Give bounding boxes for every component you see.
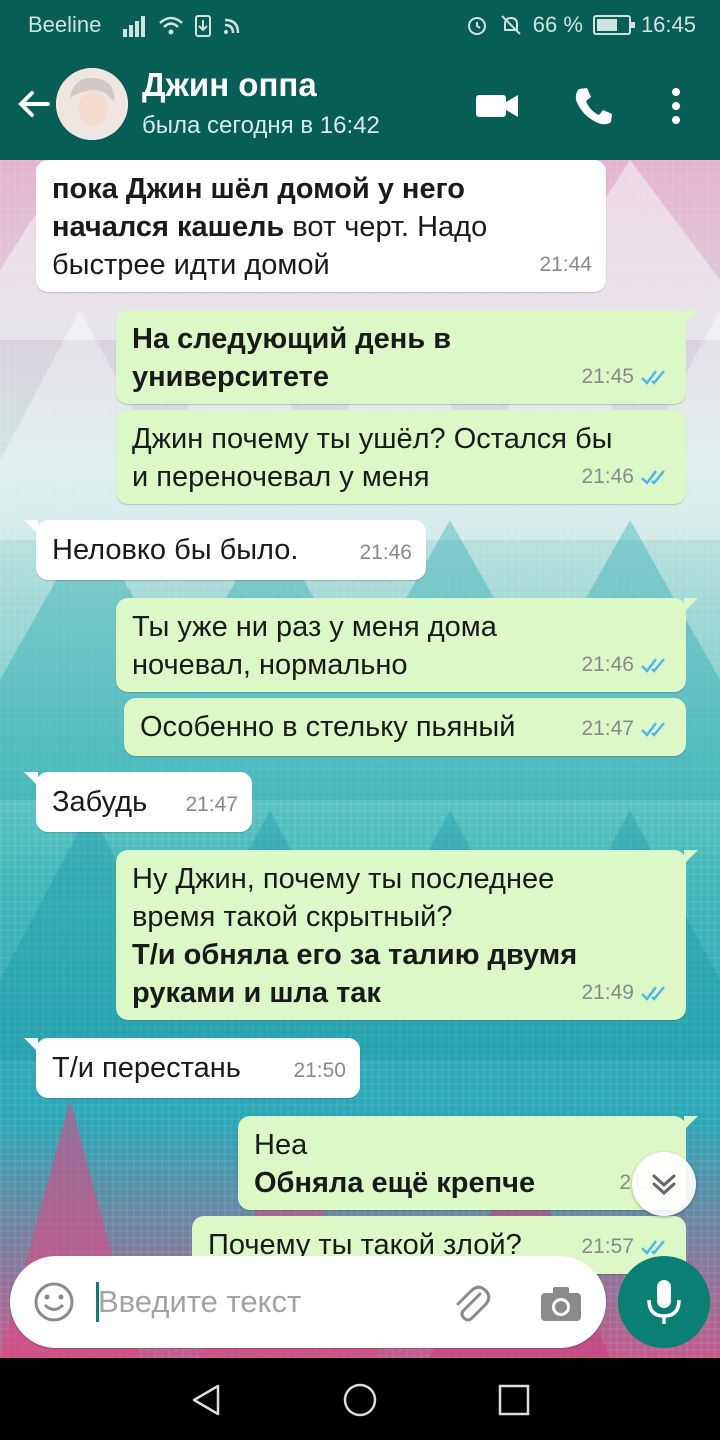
bubble-tail	[684, 1116, 698, 1130]
chat-area[interactable]: пока Джин шёл домой у него начался кашел…	[0, 160, 720, 1358]
chat-header: Джин оппа была сегодня в 16:42	[0, 48, 720, 160]
carrier-name: Beeline	[28, 12, 102, 37]
message-text: университете	[132, 361, 329, 393]
back-arrow-icon[interactable]	[12, 82, 56, 126]
message-text: вот черт. Надо	[284, 211, 488, 243]
message-text: ночевал, нормально	[132, 649, 408, 681]
mic-icon	[647, 1280, 681, 1324]
battery-icon	[592, 15, 635, 35]
avatar[interactable]	[56, 68, 128, 140]
camera-icon[interactable]	[538, 1282, 584, 1326]
message-out[interactable]: Ты уже ни раз у меня дома ночевал, норма…	[116, 598, 698, 692]
nav-back-icon[interactable]	[186, 1380, 226, 1420]
message-text: Забудь	[52, 786, 148, 818]
message-in[interactable]: Т/и перестань 21:50	[24, 1038, 360, 1098]
message-text: Джин почему ты ушёл? Остался бы	[132, 423, 613, 455]
last-seen-status: была сегодня в 16:42	[142, 112, 380, 139]
message-text: Обняла ещё крепче	[254, 1167, 536, 1199]
message-time: 21:47	[185, 793, 238, 816]
message-text: пока Джин шёл домой у него	[52, 173, 465, 205]
message-text: и переночевал у меня	[132, 461, 430, 493]
read-ticks-icon	[641, 470, 665, 485]
wifi-icon	[159, 16, 183, 35]
message-input[interactable]: Введите текст	[10, 1256, 606, 1348]
read-ticks-icon	[641, 370, 665, 385]
message-in[interactable]: Неловко бы было. 21:46	[24, 520, 426, 580]
voice-record-button[interactable]	[618, 1256, 710, 1348]
composer: Введите текст	[0, 1250, 720, 1358]
message-text: руками и шла так	[132, 977, 381, 1009]
mute-bell-icon	[501, 15, 521, 35]
read-ticks-icon	[641, 986, 665, 1001]
more-vert-icon[interactable]	[652, 84, 700, 128]
paperclip-icon[interactable]	[450, 1282, 494, 1326]
message-time: 21:45	[581, 365, 634, 388]
bubble-tail	[24, 1038, 38, 1052]
status-icons-left	[122, 14, 242, 38]
message-time: 21:46	[359, 541, 412, 564]
bubble-tail	[24, 772, 38, 786]
message-out[interactable]: Джин почему ты ушёл? Остался бы и перено…	[116, 410, 686, 504]
message-text: начался кашель	[52, 211, 285, 243]
message-in[interactable]: Забудь 21:47	[24, 772, 252, 832]
message-text: Ну Джин, почему ты последнее	[132, 863, 555, 895]
input-placeholder: Введите текст	[98, 1284, 302, 1319]
scroll-to-bottom-button[interactable]	[632, 1152, 696, 1216]
alarm-icon	[467, 17, 486, 35]
nfc-icon	[224, 18, 240, 34]
status-bar: Beeline 66 % 16:45	[0, 0, 720, 48]
bubble-tail	[24, 520, 38, 534]
message-time: 21:47	[581, 717, 634, 740]
message-time: 21:46	[581, 465, 634, 488]
status-icons-right: 66 % 16:45	[465, 12, 696, 38]
download-icon	[195, 15, 211, 37]
signal-icon	[123, 16, 145, 37]
read-ticks-icon	[641, 658, 665, 673]
nav-recents-icon[interactable]	[494, 1380, 534, 1420]
message-text: Неловко бы было.	[52, 534, 299, 566]
message-out[interactable]: Ну Джин, почему ты последнее время такой…	[116, 850, 698, 1020]
phone-icon[interactable]	[570, 84, 618, 128]
message-out[interactable]: Особенно в стельку пьяный 21:47	[124, 698, 686, 756]
bubble-tail	[684, 310, 698, 324]
read-ticks-icon	[641, 722, 665, 737]
message-text: На следующий день в	[132, 323, 452, 355]
emoji-icon[interactable]	[32, 1280, 76, 1324]
message-text: быстрее идти домой	[52, 249, 330, 281]
message-text: Неа	[254, 1129, 308, 1161]
bubble-tail	[684, 598, 698, 612]
bubble-tail	[684, 850, 698, 864]
system-nav-bar	[0, 1358, 720, 1440]
message-text: Особенно в стельку пьяный	[140, 711, 516, 743]
message-text: Т/и обняла его за талию двумя	[132, 939, 578, 971]
contact-name[interactable]: Джин оппа	[142, 66, 317, 104]
battery-percent: 66 %	[532, 12, 583, 37]
message-text: время такой скрытный?	[132, 901, 453, 933]
clock: 16:45	[640, 12, 696, 37]
message-time: 21:49	[581, 981, 634, 1004]
message-time: 21:46	[581, 653, 634, 676]
chevron-double-down-icon	[652, 1174, 676, 1196]
nav-home-icon[interactable]	[340, 1380, 380, 1420]
video-call-icon[interactable]	[474, 84, 522, 128]
message-out[interactable]: На следующий день в университете 21:45	[116, 310, 698, 404]
message-time: 21:50	[293, 1059, 346, 1082]
message-out[interactable]: Неа Обняла ещё крепче 21:56	[238, 1116, 698, 1210]
message-text: Ты уже ни раз у меня дома	[132, 611, 497, 643]
message-in[interactable]: пока Джин шёл домой у него начался кашел…	[36, 160, 606, 292]
message-text: Т/и перестань	[52, 1052, 241, 1084]
message-time: 21:44	[539, 253, 592, 276]
